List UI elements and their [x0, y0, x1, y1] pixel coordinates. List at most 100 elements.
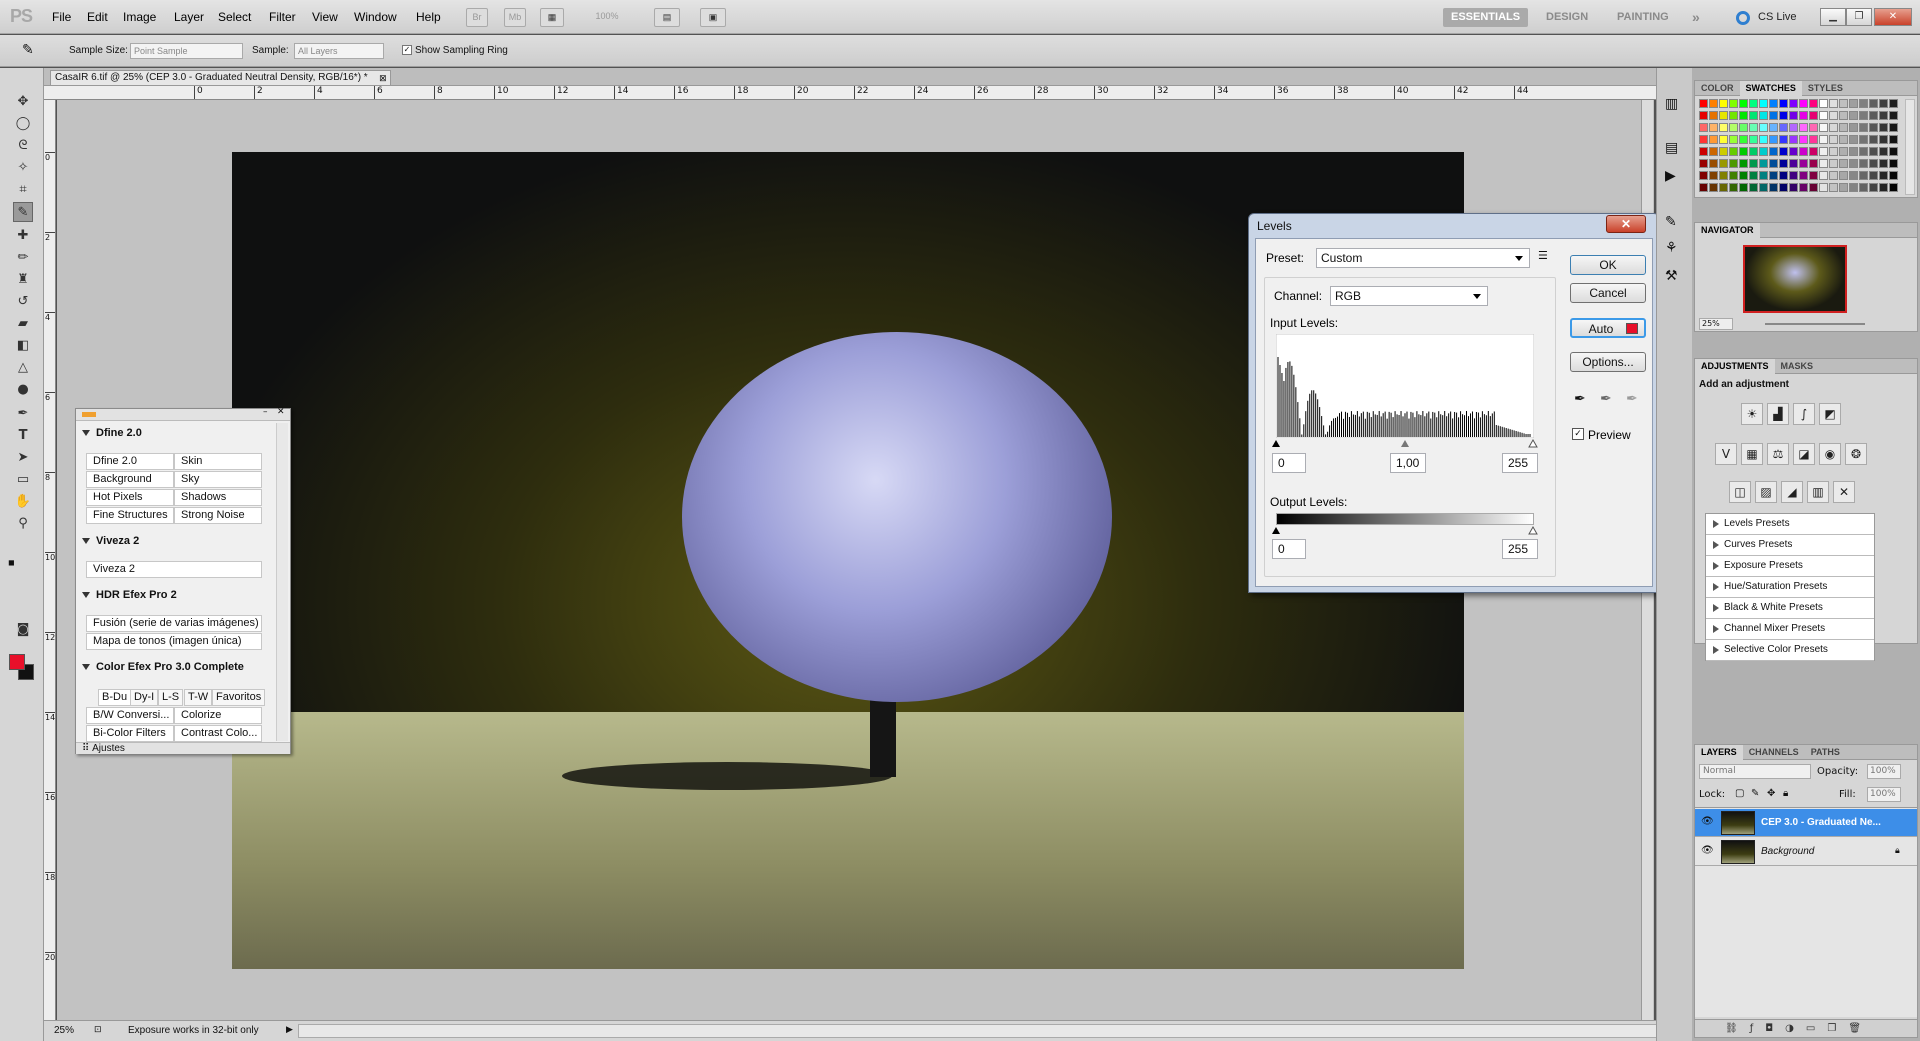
swatch[interactable]	[1789, 135, 1798, 144]
dfine-item[interactable]: Sky	[174, 471, 262, 488]
eyedropper-tool-preset-icon[interactable]: ✎	[22, 42, 34, 58]
exposure-adjustment-icon[interactable]: ◩	[1819, 403, 1841, 425]
hue-saturation-adjustment-icon[interactable]: ▦	[1741, 443, 1763, 465]
workspace-essentials[interactable]: ESSENTIALS	[1443, 8, 1529, 27]
swatch[interactable]	[1709, 123, 1718, 132]
swatch[interactable]	[1749, 135, 1758, 144]
dfine-item[interactable]: Strong Noise	[174, 507, 262, 524]
cs-live-button[interactable]: CS Live	[1750, 8, 1805, 27]
swatch[interactable]	[1749, 147, 1758, 156]
swatch[interactable]	[1829, 159, 1838, 168]
layer-row[interactable]: 👁︎ CEP 3.0 - Graduated Ne...	[1695, 809, 1917, 837]
swatch[interactable]	[1749, 99, 1758, 108]
swatch[interactable]	[1849, 147, 1858, 156]
swatch[interactable]	[1809, 159, 1818, 168]
swatch[interactable]	[1889, 123, 1898, 132]
threshold-adjustment-icon[interactable]: ◢	[1781, 481, 1803, 503]
swatch[interactable]	[1859, 99, 1868, 108]
swatch[interactable]	[1879, 123, 1888, 132]
swatch[interactable]	[1879, 111, 1888, 120]
swatch[interactable]	[1699, 123, 1708, 132]
palette-minimize-icon[interactable]: –	[263, 407, 268, 417]
swatch[interactable]	[1819, 99, 1828, 108]
menu-edit[interactable]: Edit	[87, 10, 108, 24]
zoom-level[interactable]: 100%	[586, 8, 628, 27]
tool-presets-panel-icon[interactable]: ⚒	[1665, 268, 1678, 284]
healing-brush-tool-icon[interactable]: ✚	[13, 226, 33, 246]
swatch[interactable]	[1709, 147, 1718, 156]
swatch[interactable]	[1889, 147, 1898, 156]
menu-filter[interactable]: Filter	[269, 10, 296, 24]
curves-adjustment-icon[interactable]: ∫	[1793, 403, 1815, 425]
swatch[interactable]	[1829, 171, 1838, 180]
preset-select[interactable]: Custom	[1316, 248, 1530, 268]
tab-channels[interactable]: CHANNELS	[1743, 745, 1805, 760]
swatch[interactable]	[1759, 135, 1768, 144]
swatch[interactable]	[1699, 183, 1708, 192]
swatch[interactable]	[1829, 147, 1838, 156]
swatch[interactable]	[1709, 111, 1718, 120]
actions-panel-icon[interactable]: ▶	[1665, 168, 1676, 184]
swatch[interactable]	[1769, 135, 1778, 144]
clone-stamp-tool-icon[interactable]: ♜	[13, 270, 33, 290]
workspace-design[interactable]: DESIGN	[1538, 8, 1596, 27]
preset-item[interactable]: Curves Presets	[1706, 535, 1874, 556]
swatch[interactable]	[1769, 123, 1778, 132]
swatch[interactable]	[1749, 183, 1758, 192]
delete-layer-icon[interactable]: 🗑︎	[1848, 1023, 1873, 1034]
swatch[interactable]	[1799, 183, 1808, 192]
sample-select[interactable]: All Layers	[294, 43, 384, 59]
tab-layers[interactable]: LAYERS	[1695, 745, 1743, 760]
quick-mask-icon[interactable]: ◙	[13, 620, 33, 640]
swatch[interactable]	[1879, 171, 1888, 180]
bridge-button[interactable]: Br	[466, 8, 488, 27]
photo-filter-adjustment-icon[interactable]: ◉	[1819, 443, 1841, 465]
invert-adjustment-icon[interactable]: ◫	[1729, 481, 1751, 503]
menu-layer[interactable]: Layer	[174, 10, 204, 24]
swatch[interactable]	[1799, 111, 1808, 120]
brush-presets-panel-icon[interactable]: ✎	[1665, 214, 1677, 230]
swatch[interactable]	[1769, 159, 1778, 168]
swatch[interactable]	[1729, 171, 1738, 180]
dfine-item[interactable]: Hot Pixels	[86, 489, 174, 506]
swatch[interactable]	[1789, 123, 1798, 132]
swatch[interactable]	[1749, 111, 1758, 120]
swatch[interactable]	[1849, 111, 1858, 120]
swatch[interactable]	[1799, 99, 1808, 108]
output-black-field[interactable]: 0	[1272, 539, 1306, 559]
output-slider-track[interactable]	[1272, 526, 1538, 536]
auto-button[interactable]: Auto	[1570, 318, 1646, 338]
tab-styles[interactable]: STYLES	[1802, 81, 1849, 96]
swatch[interactable]	[1819, 135, 1828, 144]
swatch[interactable]	[1729, 123, 1738, 132]
swatch[interactable]	[1799, 135, 1808, 144]
sample-size-select[interactable]: Point Sample	[130, 43, 243, 59]
swatch-grid[interactable]	[1699, 99, 1899, 195]
clone-source-panel-icon[interactable]: ⚘	[1665, 240, 1678, 256]
dfine-item[interactable]: Skin	[174, 453, 262, 470]
close-app-button[interactable]: ✕	[1874, 8, 1912, 26]
preset-item[interactable]: Exposure Presets	[1706, 556, 1874, 577]
palette-scrollbar[interactable]	[276, 423, 288, 741]
swatch[interactable]	[1779, 99, 1788, 108]
history-brush-tool-icon[interactable]: ↺	[13, 292, 33, 312]
swatch[interactable]	[1799, 147, 1808, 156]
move-tool-icon[interactable]: ✥	[13, 92, 33, 112]
ok-button[interactable]: OK	[1570, 255, 1646, 275]
lock-all-icon[interactable]: 🔒︎	[1783, 788, 1788, 799]
swatch[interactable]	[1869, 135, 1878, 144]
eraser-tool-icon[interactable]: ▰	[13, 314, 33, 334]
swatch[interactable]	[1809, 147, 1818, 156]
levels-adjustment-icon[interactable]: ▟	[1767, 403, 1789, 425]
zoom-tool-icon[interactable]: ⚲	[13, 514, 33, 534]
cep-tab[interactable]: B-Du	[98, 689, 132, 706]
swatch[interactable]	[1799, 171, 1808, 180]
swatch[interactable]	[1699, 135, 1708, 144]
swatch[interactable]	[1759, 171, 1768, 180]
opacity-field[interactable]: 100%	[1867, 764, 1901, 779]
input-black-field[interactable]: 0	[1272, 453, 1306, 473]
quick-selection-tool-icon[interactable]: ✧	[13, 158, 33, 178]
cep-filter-item[interactable]: B/W Conversi...	[86, 707, 174, 724]
viveza-item[interactable]: Viveza 2	[86, 561, 262, 578]
swatch[interactable]	[1859, 135, 1868, 144]
